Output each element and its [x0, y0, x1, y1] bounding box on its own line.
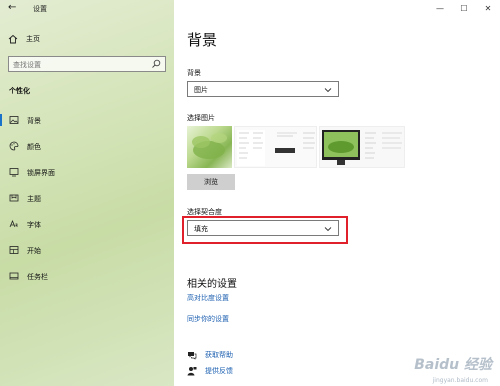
search-box[interactable] — [8, 56, 166, 72]
sidebar-item-start[interactable]: 开始 — [0, 241, 174, 259]
main-pane: — ☐ ✕ 背景 背景 图片 选择图片 浏览 选择契合度 填充 相关的设置 高对… — [174, 0, 500, 386]
start-icon — [9, 246, 19, 254]
minimize-button[interactable]: — — [428, 0, 452, 16]
sidebar: ← 设置 主页 个性化 背景 颜色 — [0, 0, 174, 386]
get-help-row[interactable]: 获取帮助 — [187, 350, 233, 360]
sidebar-item-label: 字体 — [27, 221, 41, 229]
app-title: 设置 — [33, 5, 47, 13]
image-icon — [9, 116, 19, 124]
person-feedback-icon — [187, 367, 197, 376]
sidebar-item-lock-screen[interactable]: 锁屏界面 — [0, 163, 174, 181]
background-dropdown-value: 图片 — [194, 86, 208, 94]
monitor-image-icon — [322, 130, 402, 165]
fit-label: 选择契合度 — [187, 208, 222, 216]
background-dropdown[interactable]: 图片 — [187, 81, 339, 97]
fit-dropdown[interactable]: 填充 — [187, 220, 339, 236]
theme-icon — [9, 194, 19, 202]
feedback-row[interactable]: 提供反馈 — [187, 366, 233, 376]
recent-picture-thumbnail[interactable] — [319, 126, 405, 168]
leaf-image-icon — [192, 133, 227, 159]
sidebar-item-background[interactable]: 背景 — [0, 111, 174, 129]
fit-dropdown-value: 填充 — [194, 225, 208, 233]
search-input[interactable] — [13, 59, 143, 70]
chevron-down-icon — [324, 88, 332, 93]
sidebar-item-label: 主题 — [27, 195, 41, 203]
title-bar: ← 设置 — [0, 0, 174, 18]
recent-pictures — [187, 126, 405, 172]
sidebar-item-colors[interactable]: 颜色 — [0, 137, 174, 155]
palette-icon — [9, 141, 19, 151]
sidebar-item-label: 任务栏 — [27, 273, 48, 281]
home-nav-item[interactable]: 主页 — [8, 34, 40, 44]
recent-picture-thumbnail[interactable] — [234, 126, 317, 168]
high-contrast-link[interactable]: 高对比度设置 — [187, 293, 229, 303]
sidebar-item-label: 背景 — [27, 117, 41, 125]
screenshot-image-icon — [237, 130, 315, 166]
recent-picture-thumbnail[interactable] — [187, 126, 232, 168]
chat-help-icon — [188, 352, 197, 360]
home-icon — [8, 34, 18, 44]
sidebar-item-label: 颜色 — [27, 143, 41, 151]
selected-indicator — [0, 114, 2, 126]
browse-button[interactable]: 浏览 — [187, 174, 235, 190]
watermark-url: jingyan.baidu.com — [432, 377, 488, 384]
window-controls: — ☐ ✕ — [428, 0, 500, 16]
sidebar-item-themes[interactable]: 主题 — [0, 189, 174, 207]
home-label: 主页 — [26, 35, 40, 43]
related-settings-title: 相关的设置 — [187, 279, 237, 290]
maximize-button[interactable]: ☐ — [452, 0, 476, 16]
page-title: 背景 — [187, 31, 218, 49]
choose-picture-label: 选择图片 — [187, 114, 215, 122]
feedback-link: 提供反馈 — [205, 367, 233, 375]
font-icon — [9, 219, 18, 228]
sidebar-item-label: 锁屏界面 — [27, 169, 55, 177]
background-label: 背景 — [187, 69, 201, 77]
watermark-logo: Baidu 经验 — [414, 357, 492, 373]
sidebar-item-taskbar[interactable]: 任务栏 — [0, 267, 174, 285]
sidebar-item-fonts[interactable]: 字体 — [0, 215, 174, 233]
get-help-link: 获取帮助 — [205, 351, 233, 359]
sync-settings-link[interactable]: 同步你的设置 — [187, 314, 229, 324]
chevron-down-icon — [324, 227, 332, 232]
sidebar-item-label: 开始 — [27, 247, 41, 255]
lock-screen-icon — [9, 168, 19, 177]
search-icon[interactable] — [151, 59, 161, 69]
back-arrow-icon[interactable]: ← — [8, 2, 16, 13]
section-title: 个性化 — [9, 87, 30, 95]
taskbar-icon — [9, 272, 19, 280]
close-button[interactable]: ✕ — [476, 0, 500, 16]
